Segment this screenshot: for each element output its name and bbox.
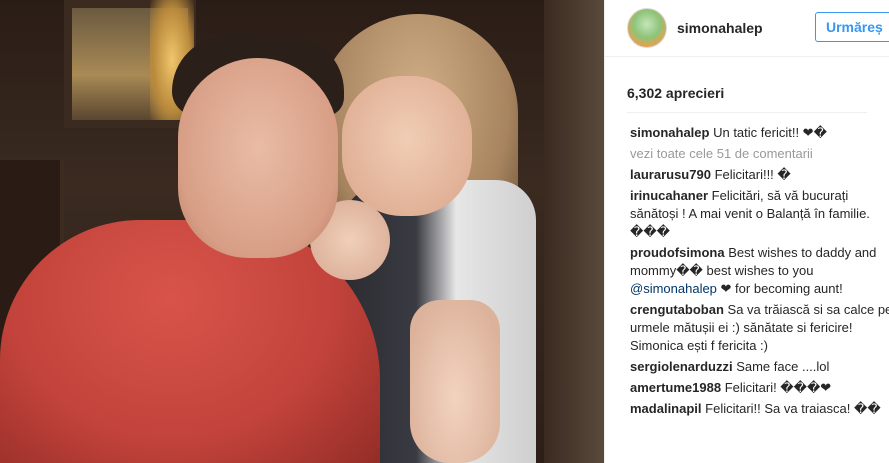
comment: madalinapil Felicitari!! Sa va traiasca!… [630,400,889,418]
comment-text: Felicitari!!! � [714,167,791,182]
header-username[interactable]: simonahalep [677,20,763,36]
caption: simonahalep Un tatic fericit!! ❤� [630,124,889,142]
comment: proudofsimona Best wishes to daddy and m… [630,244,889,298]
photo-woman-face [342,76,472,216]
post-header: simonahalep Urmăreș [605,0,889,57]
caption-username[interactable]: simonahalep [630,125,709,140]
comment: crengutaboban Sa va trăiască si sa calce… [630,301,889,355]
comment-text: Felicitari!! Sa va traiasca! �� [705,401,881,416]
comment-username[interactable]: laurarusu790 [630,167,711,182]
photo-man-face [178,58,338,258]
photo-background-panel [544,0,604,463]
comment-username[interactable]: crengutaboban [630,302,724,317]
post-sidebar: simonahalep Urmăreș 6,302 aprecieri simo… [604,0,889,463]
comment: amertume1988 Felicitari! ���❤ [630,379,889,397]
comment: laurarusu790 Felicitari!!! � [630,166,889,184]
comment-username[interactable]: irinucahaner [630,188,708,203]
caption-text: Un tatic fericit!! ❤� [713,125,827,140]
comment-mention-link[interactable]: @simonahalep [630,281,717,296]
comment: sergiolenarduzzi Same face ....lol [630,358,889,376]
post-photo[interactable] [0,0,604,463]
comment-text: Same face ....lol [736,359,830,374]
comment-username[interactable]: sergiolenarduzzi [630,359,733,374]
view-all-comments-link[interactable]: vezi toate cele 51 de comentarii [630,145,889,163]
comment-text: Felicitari! ���❤ [724,380,832,395]
likes-count[interactable]: 6,302 aprecieri [627,57,867,112]
photo-peace-sign-hand [410,300,500,463]
comment-text-after: ❤ for becoming aunt! [720,281,843,296]
profile-avatar[interactable] [627,8,667,48]
comment-username[interactable]: proudofsimona [630,245,725,260]
comment-username[interactable]: madalinapil [630,401,702,416]
comments-list: simonahalep Un tatic fericit!! ❤� vezi t… [605,113,889,418]
comment-username[interactable]: amertume1988 [630,380,721,395]
follow-button[interactable]: Urmăreș [815,12,889,42]
comment: irinucahaner Felicitări, să vă bucurați … [630,187,889,241]
